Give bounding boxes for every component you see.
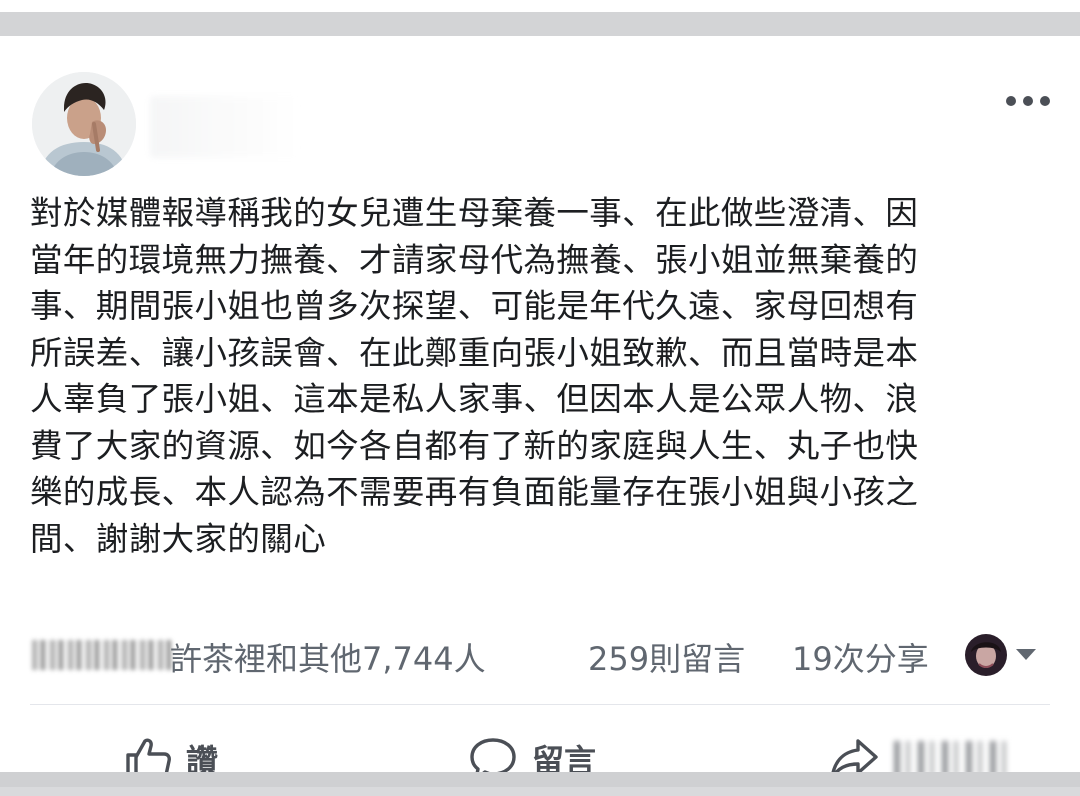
shares-count[interactable]: 19次分享	[792, 634, 929, 680]
author-name-obscured	[150, 96, 300, 158]
person-photo-icon	[32, 72, 136, 176]
top-separator	[0, 12, 1080, 36]
bottom-separator	[0, 772, 1080, 787]
reactor-names-obscured	[32, 640, 172, 670]
more-dots-icon	[1040, 96, 1050, 106]
comments-count[interactable]: 259則留言	[588, 634, 745, 680]
top-band	[0, 0, 1080, 12]
more-dots-icon	[1023, 96, 1033, 106]
reactions-count[interactable]: 許茶裡和其他7,744人	[170, 634, 486, 680]
viewer-photo-icon	[965, 634, 1007, 676]
stats-divider	[30, 704, 1050, 705]
post-card: 對於媒體報導稱我的女兒遭生母棄養一事、在此做些澄清、因 當年的環境無力撫養、才請…	[0, 36, 1080, 781]
post-more-button[interactable]	[1002, 90, 1054, 112]
post-stats-bar: 許茶裡和其他7,744人 259則留言 19次分享	[30, 630, 1050, 680]
more-dots-icon	[1006, 96, 1016, 106]
post-text: 對於媒體報導稱我的女兒遭生母棄養一事、在此做些澄清、因 當年的環境無力撫養、才請…	[30, 194, 919, 558]
author-avatar[interactable]	[32, 72, 136, 176]
viewer-avatar[interactable]	[965, 634, 1007, 676]
audience-caret-icon[interactable]	[1016, 649, 1036, 660]
